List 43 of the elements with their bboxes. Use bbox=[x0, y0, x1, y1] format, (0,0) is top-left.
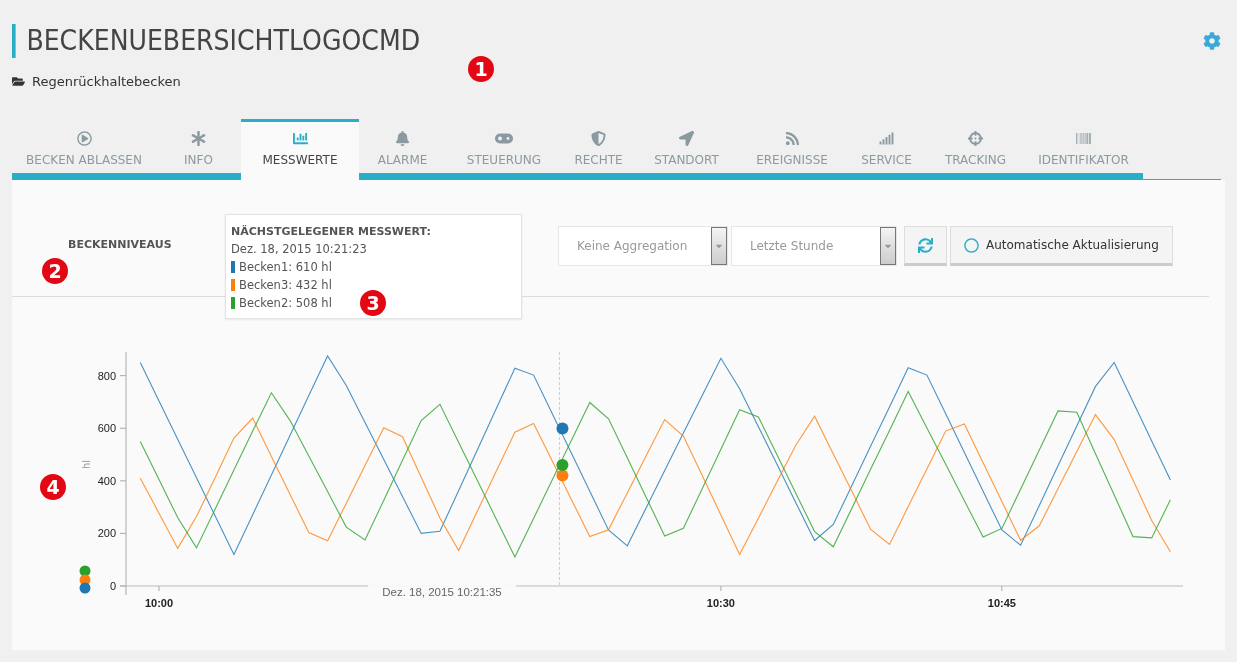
page-title: BECKENUEBERSICHTLOGOCMD bbox=[12, 24, 421, 58]
play-icon bbox=[76, 131, 92, 146]
y-tick-label: 0 bbox=[109, 580, 116, 592]
tooltip-title: NÄCHSTGELEGENER MESSWERT: bbox=[231, 225, 432, 238]
section-title: BECKENNIVEAUS bbox=[68, 238, 173, 251]
crosshair-icon bbox=[968, 131, 983, 146]
shield-icon bbox=[591, 131, 606, 146]
signal-icon bbox=[879, 131, 894, 146]
hover-point bbox=[556, 459, 569, 472]
y-tick-label: 200 bbox=[97, 527, 116, 540]
arrow-icon bbox=[679, 131, 694, 146]
tooltip-time: Dez. 18, 2015 10:21:23 bbox=[231, 242, 368, 256]
x-tick-label: 10:30 bbox=[706, 597, 735, 609]
range-select[interactable]: Letzte Stunde bbox=[731, 226, 897, 266]
tooltip-entry: Becken1: 610 hl bbox=[239, 260, 332, 274]
bar-chart-icon bbox=[292, 131, 308, 146]
tooltip-entry: Becken2: 508 hl bbox=[239, 296, 332, 310]
radio-icon bbox=[964, 237, 979, 253]
tab[interactable]: MESSWERTE bbox=[241, 119, 359, 180]
refresh-button[interactable] bbox=[904, 226, 947, 266]
x-tick-label: 10:45 bbox=[987, 597, 1016, 609]
refresh-icon bbox=[918, 237, 933, 253]
callout-number: 1 bbox=[468, 56, 494, 82]
tooltip-entry: Becken3: 432 hl bbox=[239, 278, 332, 292]
legend-dot[interactable] bbox=[79, 565, 91, 577]
y-tick-label: 800 bbox=[97, 369, 116, 382]
gamepad-icon bbox=[495, 131, 513, 146]
auto-update-button[interactable]: Automatische Aktualisierung bbox=[950, 226, 1173, 266]
y-tick-label: 400 bbox=[97, 474, 116, 487]
bell-icon bbox=[395, 131, 410, 146]
aggregation-select[interactable]: Keine Aggregation bbox=[558, 226, 728, 266]
breadcrumb[interactable]: Regenrückhaltebecken bbox=[32, 74, 181, 89]
rss-icon bbox=[784, 131, 800, 146]
barcode-icon bbox=[1076, 131, 1091, 146]
hover-point bbox=[556, 469, 569, 482]
x-tick-label: 10:00 bbox=[144, 597, 174, 609]
y-axis-label: hl bbox=[81, 459, 92, 469]
legend-dot[interactable] bbox=[79, 582, 91, 594]
settings-icon[interactable] bbox=[1203, 32, 1221, 50]
folder-icon bbox=[12, 75, 25, 88]
y-tick-label: 600 bbox=[97, 422, 116, 435]
hover-point bbox=[556, 422, 569, 435]
asterisk-icon bbox=[191, 131, 206, 146]
